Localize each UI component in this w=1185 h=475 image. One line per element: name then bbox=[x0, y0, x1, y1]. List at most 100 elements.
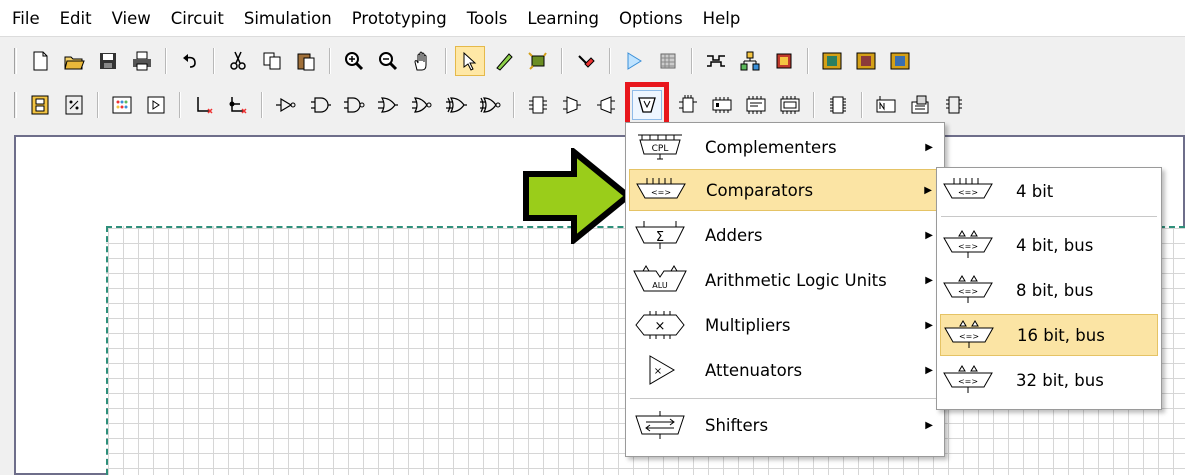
comparator-bus-icon: <=> bbox=[940, 363, 996, 397]
run-button[interactable] bbox=[619, 46, 649, 76]
menu-item-multipliers[interactable]: × Multipliers ▶ bbox=[629, 304, 941, 346]
autoarrange-button[interactable] bbox=[523, 46, 553, 76]
ram-button[interactable] bbox=[775, 90, 805, 120]
wire-terminal-button[interactable] bbox=[141, 90, 171, 120]
menu-item-complementers[interactable]: CPL Complementers ▶ bbox=[629, 126, 941, 168]
toolbar-grip[interactable] bbox=[14, 92, 17, 118]
board-button-1[interactable] bbox=[817, 46, 847, 76]
led-matrix-button[interactable] bbox=[107, 90, 137, 120]
register-button[interactable] bbox=[673, 90, 703, 120]
output-device-button[interactable] bbox=[59, 90, 89, 120]
input-device-button[interactable] bbox=[25, 90, 55, 120]
nand-gate-button[interactable] bbox=[339, 90, 369, 120]
paste-button[interactable] bbox=[291, 46, 321, 76]
menu-item-shifters[interactable]: Shifters ▶ bbox=[629, 404, 941, 446]
timing-button[interactable] bbox=[701, 46, 731, 76]
menu-file[interactable]: File bbox=[0, 0, 50, 37]
menu-options[interactable]: Options bbox=[609, 0, 693, 37]
xnor-gate-icon bbox=[480, 97, 501, 113]
submenu-item-4-bit-bus[interactable]: <=> 4 bit, bus bbox=[940, 224, 1158, 266]
submenu-item-32-bit-bus[interactable]: <=> 32 bit, bus bbox=[940, 359, 1158, 401]
pan-button[interactable] bbox=[407, 46, 437, 76]
print-button[interactable] bbox=[127, 46, 157, 76]
cut-button[interactable] bbox=[223, 46, 253, 76]
open-button[interactable] bbox=[59, 46, 89, 76]
menu-help[interactable]: Help bbox=[693, 0, 751, 37]
board-button-3[interactable] bbox=[885, 46, 915, 76]
copy-button[interactable] bbox=[257, 46, 287, 76]
hierarchy-button[interactable] bbox=[735, 46, 765, 76]
menu-item-label: Shifters bbox=[705, 415, 769, 435]
probe-button[interactable] bbox=[571, 46, 601, 76]
toolbar-separator bbox=[179, 92, 181, 118]
submenu-item-4-bit[interactable]: <=> 4 bit bbox=[940, 170, 1158, 212]
multiplexer-button[interactable] bbox=[557, 90, 587, 120]
comparator-4bit-icon: <=> bbox=[940, 174, 996, 208]
toolbar-separator bbox=[691, 48, 693, 74]
submenu-item-8-bit-bus[interactable]: <=> 8 bit, bus bbox=[940, 269, 1158, 311]
wire-node-icon bbox=[229, 97, 247, 114]
mul-text: × bbox=[655, 319, 666, 334]
label-button[interactable] bbox=[871, 90, 901, 120]
cpl-text: CPL bbox=[652, 144, 669, 154]
ic-button[interactable] bbox=[939, 90, 969, 120]
ram-icon bbox=[780, 96, 800, 114]
menu-separator bbox=[630, 398, 940, 399]
and-gate-icon bbox=[311, 97, 331, 113]
nor-gate-button[interactable] bbox=[407, 90, 437, 120]
stop-button[interactable] bbox=[653, 46, 683, 76]
toolbar-separator bbox=[261, 92, 263, 118]
zoom-in-button[interactable] bbox=[339, 46, 369, 76]
menu-item-alu[interactable]: ALU Arithmetic Logic Units ▶ bbox=[629, 259, 941, 301]
component-button[interactable] bbox=[769, 46, 799, 76]
counter-button[interactable] bbox=[707, 90, 737, 120]
submenu-item-label: 4 bit bbox=[1016, 181, 1054, 201]
demultiplexer-button[interactable] bbox=[591, 90, 621, 120]
menu-learning[interactable]: Learning bbox=[517, 0, 609, 37]
menu-view[interactable]: View bbox=[102, 0, 161, 37]
subcircuit-button[interactable] bbox=[905, 90, 935, 120]
play-icon bbox=[627, 52, 642, 70]
new-file-icon bbox=[33, 51, 48, 71]
connection-button-2[interactable] bbox=[223, 90, 253, 120]
menu-circuit[interactable]: Circuit bbox=[161, 0, 234, 37]
comparator-icon bbox=[638, 97, 656, 113]
wire-button[interactable] bbox=[489, 46, 519, 76]
menu-item-adders[interactable]: Σ Adders ▶ bbox=[629, 214, 941, 256]
decoder-button[interactable] bbox=[523, 90, 553, 120]
connection-button-1[interactable] bbox=[189, 90, 219, 120]
terminal-icon bbox=[147, 96, 165, 114]
attenuator-icon: × bbox=[629, 353, 691, 387]
microcontroller-button[interactable] bbox=[823, 90, 853, 120]
new-file-button[interactable] bbox=[25, 46, 55, 76]
menu-tools[interactable]: Tools bbox=[457, 0, 518, 37]
select-button[interactable] bbox=[455, 46, 485, 76]
rom-button[interactable] bbox=[741, 90, 771, 120]
scissors-icon bbox=[230, 51, 246, 70]
save-button[interactable] bbox=[93, 46, 123, 76]
components-toolbar bbox=[0, 82, 1185, 128]
undo-button[interactable] bbox=[175, 46, 205, 76]
or-gate-button[interactable] bbox=[373, 90, 403, 120]
zoom-in-icon bbox=[345, 52, 364, 71]
menu-prototyping[interactable]: Prototyping bbox=[342, 0, 457, 37]
xnor-gate-button[interactable] bbox=[475, 90, 505, 120]
wire-junction-icon bbox=[197, 97, 213, 114]
counter-icon bbox=[712, 97, 732, 113]
and-gate-button[interactable] bbox=[305, 90, 335, 120]
submenu-item-16-bit-bus[interactable]: <=> 16 bit, bus bbox=[940, 314, 1158, 356]
toolbar-grip[interactable] bbox=[14, 48, 17, 74]
menu-separator bbox=[941, 216, 1157, 217]
buffer-gate-button[interactable] bbox=[271, 90, 301, 120]
chip-sparkle-icon bbox=[528, 52, 547, 70]
cmp-text: <=> bbox=[651, 188, 671, 197]
menu-item-label: Comparators bbox=[706, 180, 814, 200]
menu-item-attenuators[interactable]: × Attenuators ▶ bbox=[629, 349, 941, 391]
board-button-2[interactable] bbox=[851, 46, 881, 76]
submenu-item-label: 32 bit, bus bbox=[1016, 370, 1104, 390]
menu-edit[interactable]: Edit bbox=[50, 0, 102, 37]
zoom-out-button[interactable] bbox=[373, 46, 403, 76]
xor-gate-button[interactable] bbox=[441, 90, 471, 120]
menu-simulation[interactable]: Simulation bbox=[234, 0, 342, 37]
menu-item-comparators[interactable]: <=> Comparators ▶ bbox=[629, 169, 941, 211]
